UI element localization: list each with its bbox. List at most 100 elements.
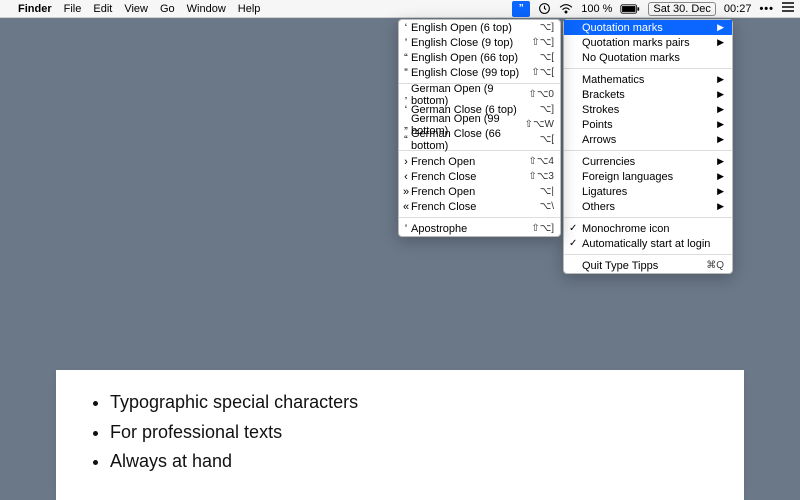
menu-shortcut: ⌘Q xyxy=(706,260,724,271)
submenu-item-label: English Close (99 top) xyxy=(411,67,519,79)
clock-icon[interactable] xyxy=(538,2,551,15)
character-glyph: „ xyxy=(402,119,410,131)
menu-separator xyxy=(399,217,560,218)
menu-item-label: Arrows xyxy=(582,134,616,146)
menu-go[interactable]: Go xyxy=(160,3,175,15)
card-line: Always at hand xyxy=(110,447,714,477)
menu-item[interactable]: ✓Automatically start at login xyxy=(564,236,732,251)
submenu-item-label: French Open xyxy=(411,186,475,198)
menu-separator xyxy=(564,150,732,151)
menu-item-label: Ligatures xyxy=(582,186,627,198)
menu-help[interactable]: Help xyxy=(238,3,261,15)
submenu-arrow-icon: ▶ xyxy=(717,89,724,100)
submenu-item-label: French Close xyxy=(411,201,476,213)
menu-edit[interactable]: Edit xyxy=(93,3,112,15)
app-name[interactable]: Finder xyxy=(18,3,52,15)
submenu-item[interactable]: »French Open ⌥| xyxy=(399,184,560,199)
battery-percent: 100 % xyxy=(581,3,612,15)
submenu-shortcut: ⇧⌥] xyxy=(531,37,554,48)
wifi-icon[interactable] xyxy=(559,3,573,14)
menu-item[interactable]: Quotation marks pairs ▶ xyxy=(564,35,732,50)
menu-separator xyxy=(564,217,732,218)
menu-item-label: Foreign languages xyxy=(582,171,673,183)
submenu-item[interactable]: “English Open (66 top)⌥[ xyxy=(399,50,560,65)
submenu-arrow-icon: ▶ xyxy=(717,134,724,145)
menu-view[interactable]: View xyxy=(124,3,148,15)
quotation-marks-submenu: ‘English Open (6 top)⌥]’English Close (9… xyxy=(398,19,561,237)
submenu-shortcut: ⇧⌥0 xyxy=(529,89,554,100)
menu-item-label: Others xyxy=(582,201,615,213)
submenu-shortcut: ⇧⌥4 xyxy=(529,156,554,167)
submenu-item[interactable]: “German Close (66 bottom)⌥[ xyxy=(399,132,560,147)
menu-window[interactable]: Window xyxy=(187,3,226,15)
submenu-shortcut: ⇧⌥3 xyxy=(529,171,554,182)
submenu-item[interactable]: ”English Close (99 top) ⇧⌥[ xyxy=(399,65,560,80)
submenu-item-label: English Open (6 top) xyxy=(411,22,512,34)
menu-item-label: Mathematics xyxy=(582,74,644,86)
menu-separator xyxy=(564,254,732,255)
submenu-shortcut: ⌥] xyxy=(540,104,554,115)
typetipps-main-menu: Quotation marks ▶ Quotation marks pairs ▶ No… xyxy=(563,19,733,274)
submenu-arrow-icon: ▶ xyxy=(717,171,724,182)
character-glyph: “ xyxy=(402,52,410,64)
checkmark-icon: ✓ xyxy=(569,238,577,249)
menu-item[interactable]: Mathematics ▶ xyxy=(564,72,732,87)
menu-item[interactable]: Quotation marks ▶ xyxy=(564,20,732,35)
submenu-shortcut: ⌥] xyxy=(540,22,554,33)
submenu-item-label: English Open (66 top) xyxy=(411,52,518,64)
submenu-item[interactable]: ’English Close (9 top)⇧⌥] xyxy=(399,35,560,50)
menu-item-label: Quotation marks pairs xyxy=(582,37,690,49)
menu-item[interactable]: Strokes▶ xyxy=(564,102,732,117)
menu-item-label: Points xyxy=(582,119,613,131)
submenu-item[interactable]: ‹French Close⇧⌥3 xyxy=(399,169,560,184)
character-glyph: « xyxy=(402,201,410,213)
submenu-item[interactable]: «French Close ⌥\ xyxy=(399,199,560,214)
date-display[interactable]: Sat 30. Dec xyxy=(648,2,715,16)
menu-item-label: Currencies xyxy=(582,156,635,168)
character-glyph: ‘ xyxy=(402,22,410,34)
menu-item[interactable]: Ligatures ▶ xyxy=(564,184,732,199)
character-glyph: “ xyxy=(402,134,410,146)
submenu-arrow-icon: ▶ xyxy=(717,37,724,48)
menu-file[interactable]: File xyxy=(64,3,82,15)
character-glyph: ’ xyxy=(402,37,410,49)
submenu-arrow-icon: ▶ xyxy=(717,156,724,167)
menu-item-label: No Quotation marks xyxy=(582,52,680,64)
card-line: For professional texts xyxy=(110,418,714,448)
overflow-icon[interactable]: ••• xyxy=(759,3,774,15)
submenu-item[interactable]: ‚German Open (9 bottom)⇧⌥0 xyxy=(399,87,560,102)
menu-item[interactable]: Others▶ xyxy=(564,199,732,214)
menu-item[interactable]: No Quotation marks xyxy=(564,50,732,65)
submenu-arrow-icon: ▶ xyxy=(717,22,724,33)
submenu-shortcut: ⇧⌥[ xyxy=(531,67,554,78)
submenu-item[interactable]: ›French Open⇧⌥4 xyxy=(399,154,560,169)
character-glyph: ” xyxy=(402,67,410,79)
submenu-shortcut: ⌥| xyxy=(540,186,554,197)
battery-icon xyxy=(620,4,640,14)
submenu-arrow-icon: ▶ xyxy=(717,74,724,85)
submenu-shortcut: ⌥\ xyxy=(540,201,554,212)
character-glyph: ‚ xyxy=(402,89,410,101)
submenu-arrow-icon: ▶ xyxy=(717,104,724,115)
time-display[interactable]: 00:27 xyxy=(724,3,752,15)
character-glyph: » xyxy=(402,186,410,198)
menu-item[interactable]: Arrows ▶ xyxy=(564,132,732,147)
menu-item-label: Monochrome icon xyxy=(582,223,669,235)
menu-item-label: Quotation marks xyxy=(582,22,663,34)
menu-item[interactable]: Points▶ xyxy=(564,117,732,132)
card-line: Typographic special characters xyxy=(110,388,714,418)
submenu-item[interactable]: ‘English Open (6 top) ⌥] xyxy=(399,20,560,35)
notification-center-icon[interactable] xyxy=(782,2,794,15)
menu-item[interactable]: Currencies ▶ xyxy=(564,154,732,169)
submenu-shortcut: ⌥[ xyxy=(540,134,554,145)
menu-item[interactable]: ✓Monochrome icon xyxy=(564,221,732,236)
typetipps-menubar-icon[interactable]: ” xyxy=(512,1,530,17)
submenu-item[interactable]: ’Apostrophe⇧⌥] xyxy=(399,221,560,236)
menu-item[interactable]: Foreign languages ▶ xyxy=(564,169,732,184)
menu-item[interactable]: Quit Type Tipps⌘Q xyxy=(564,258,732,273)
menubar-right: ” 100 % Sat 30. Dec 00:27 ••• xyxy=(512,1,794,17)
submenu-arrow-icon: ▶ xyxy=(717,186,724,197)
submenu-item-label: French Close xyxy=(411,171,476,183)
info-card: Typographic special characters For profe… xyxy=(56,370,744,500)
menu-item[interactable]: Brackets▶ xyxy=(564,87,732,102)
